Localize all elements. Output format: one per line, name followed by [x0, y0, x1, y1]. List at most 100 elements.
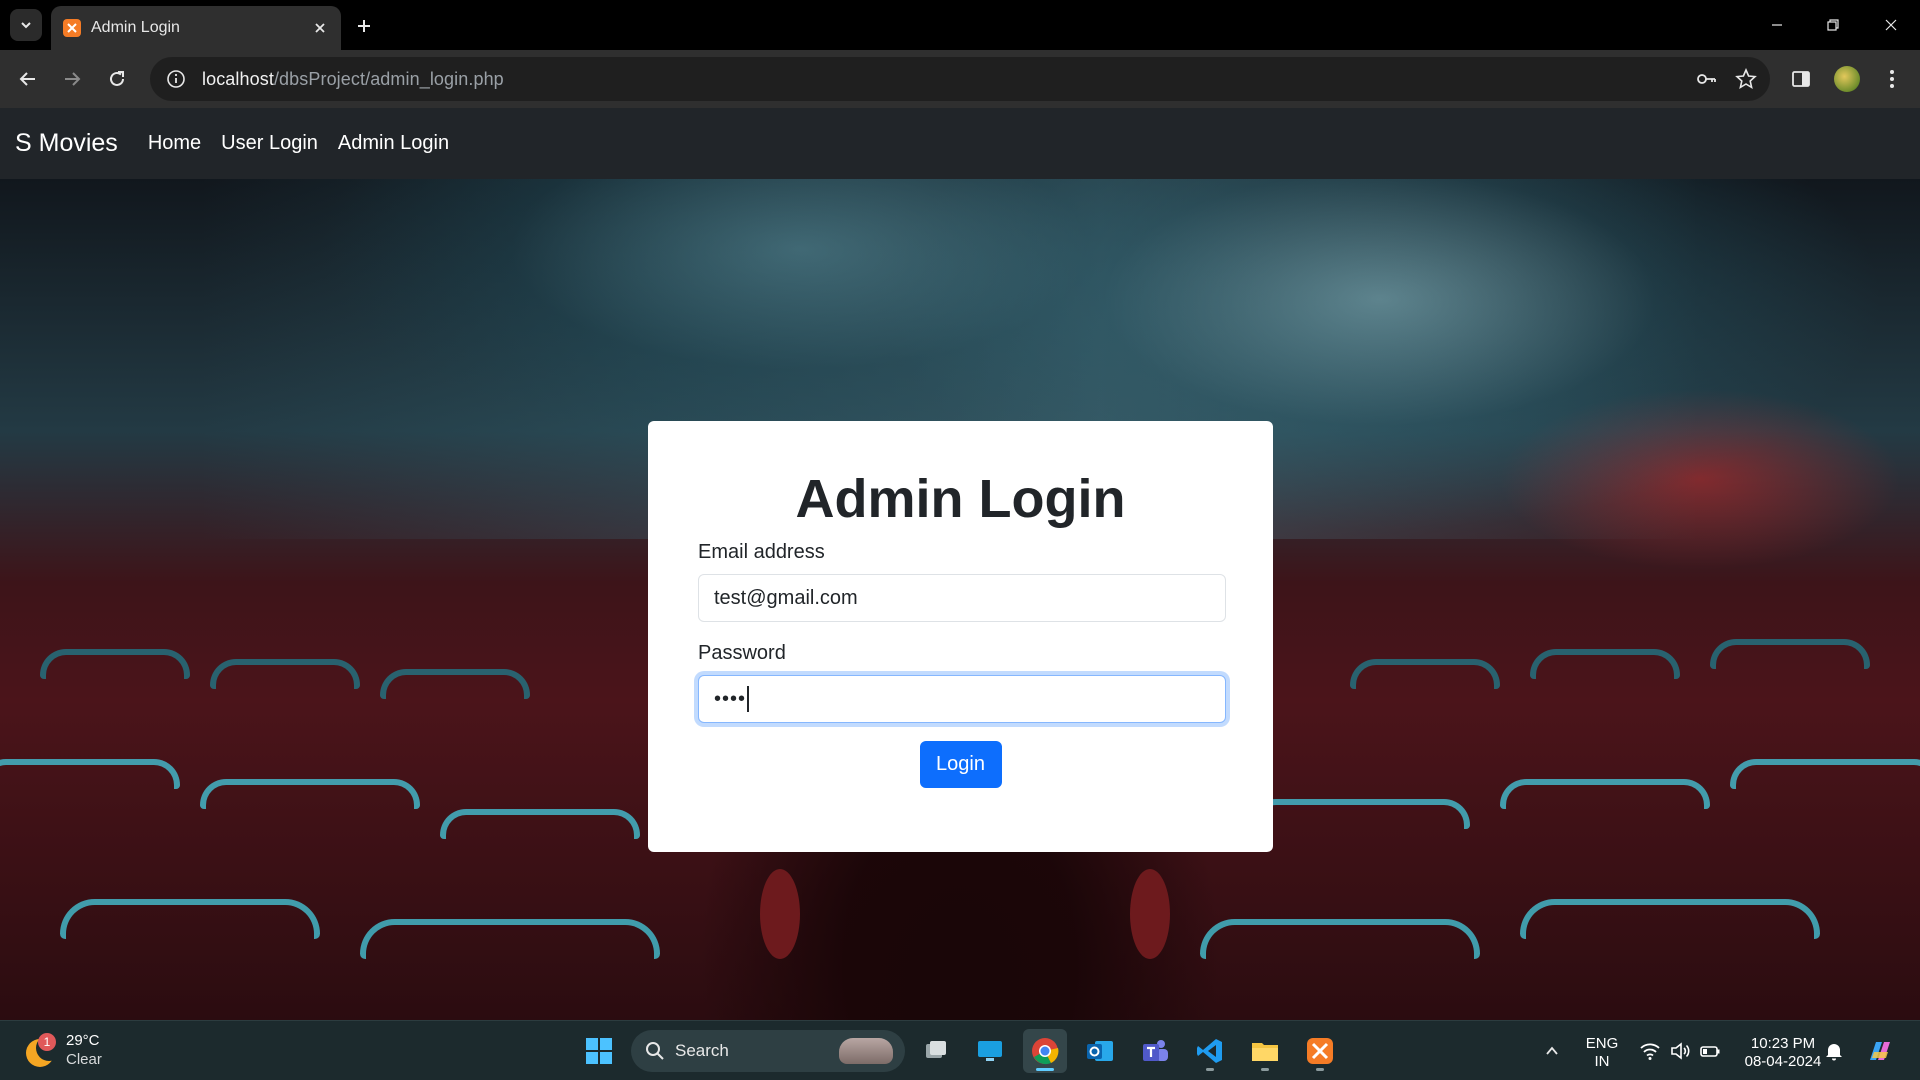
- navbar-brand[interactable]: S Movies: [15, 129, 118, 158]
- reload-button[interactable]: [101, 63, 133, 95]
- tab-title: Admin Login: [91, 19, 180, 36]
- task-view-icon: [926, 1041, 946, 1058]
- close-icon: [1885, 19, 1897, 31]
- avatar: [1834, 66, 1860, 92]
- open-app-indicator: [1206, 1068, 1214, 1071]
- weather-widget[interactable]: 1 29°C Clear: [24, 1031, 102, 1069]
- chrome-menu-button[interactable]: [1876, 63, 1908, 95]
- back-button[interactable]: [12, 63, 44, 95]
- minimize-icon: [1772, 24, 1782, 26]
- cinema-seat: [380, 669, 530, 699]
- wifi-icon: [1640, 1043, 1660, 1060]
- web-page: S Movies Home User Login Admin Login Adm…: [0, 108, 1920, 1020]
- minimize-button[interactable]: [1760, 10, 1794, 40]
- windows-taskbar: 1 29°C Clear Search ENG IN 10:23 PM 08-0…: [0, 1020, 1920, 1080]
- bookmark-star-icon[interactable]: [1730, 63, 1762, 95]
- weather-temperature: 29°C: [66, 1032, 100, 1049]
- arrow-right-icon: [65, 72, 81, 86]
- taskbar-app-desktop[interactable]: [968, 1029, 1012, 1073]
- side-panel-icon: [1792, 71, 1810, 87]
- language-secondary: IN: [1594, 1053, 1610, 1070]
- email-label: Email address: [698, 541, 825, 563]
- cinema-seat: [1250, 799, 1470, 829]
- url-text[interactable]: localhost/dbsProject/admin_login.php: [202, 69, 1690, 90]
- xampp-icon: [1307, 1038, 1333, 1064]
- password-field[interactable]: ••••: [698, 675, 1226, 723]
- plus-icon: [358, 20, 370, 32]
- cinema-seat: [1730, 759, 1920, 789]
- notification-badge: 1: [38, 1033, 56, 1051]
- monitor-icon: [978, 1041, 1002, 1061]
- show-hidden-icons-button[interactable]: [1530, 1029, 1574, 1073]
- browser-toolbar: localhost/dbsProject/admin_login.php: [0, 50, 1920, 108]
- password-key-icon[interactable]: [1690, 63, 1722, 95]
- search-label: Search: [675, 1041, 729, 1060]
- close-tab-icon[interactable]: [309, 17, 331, 39]
- taskbar-app-xampp[interactable]: [1298, 1029, 1342, 1073]
- chevron-down-icon: [21, 22, 31, 29]
- weather-condition: Clear: [66, 1051, 102, 1068]
- taskbar-app-teams[interactable]: [1133, 1029, 1177, 1073]
- taskbar-app-vscode[interactable]: [1188, 1029, 1232, 1073]
- email-value: test@gmail.com: [714, 586, 858, 609]
- search-highlight-image: [839, 1038, 893, 1064]
- nav-link-home[interactable]: Home: [148, 132, 201, 155]
- open-app-indicator: [1261, 1068, 1269, 1071]
- close-window-button[interactable]: [1874, 10, 1908, 40]
- cinema-seat: [200, 779, 420, 809]
- login-heading: Admin Login: [795, 469, 1126, 529]
- email-field[interactable]: test@gmail.com: [698, 574, 1226, 622]
- restore-button[interactable]: [1816, 10, 1850, 40]
- password-label: Password: [698, 642, 786, 664]
- restore-icon: [1827, 19, 1839, 31]
- tab-search-button[interactable]: [10, 9, 42, 41]
- taskbar-app-outlook[interactable]: [1078, 1029, 1122, 1073]
- start-button[interactable]: [577, 1029, 621, 1073]
- active-app-indicator: [1036, 1068, 1054, 1071]
- cinema-seat: [1200, 919, 1480, 959]
- cinema-seat: [1530, 649, 1680, 679]
- open-app-indicator: [1316, 1068, 1324, 1071]
- vscode-icon: [1197, 1039, 1222, 1063]
- copilot-button[interactable]: [1856, 1029, 1904, 1073]
- battery-icon: [1700, 1046, 1720, 1057]
- search-icon: [646, 1042, 664, 1060]
- folder-icon: [1252, 1043, 1278, 1061]
- password-value: ••••: [714, 687, 747, 710]
- task-view-button[interactable]: [914, 1029, 958, 1073]
- taskbar-search[interactable]: Search: [631, 1030, 905, 1072]
- login-button[interactable]: Login: [919, 741, 1002, 788]
- cinema-seat: [1710, 639, 1870, 669]
- arrow-left-icon: [19, 72, 35, 86]
- language-indicator[interactable]: ENG IN: [1582, 1035, 1622, 1071]
- cinema-seat: [1520, 899, 1820, 939]
- new-tab-button[interactable]: [350, 12, 378, 40]
- forward-button[interactable]: [56, 63, 88, 95]
- cinema-seat: [440, 809, 640, 839]
- site-info-icon[interactable]: [164, 67, 188, 91]
- login-card: Admin Login Email address test@gmail.com…: [648, 421, 1273, 852]
- profile-button[interactable]: [1831, 63, 1863, 95]
- teams-icon: [1143, 1040, 1168, 1061]
- bell-icon: [1826, 1044, 1842, 1061]
- cinema-seat: [40, 649, 190, 679]
- cinema-seat: [210, 659, 360, 689]
- notifications-button[interactable]: [1814, 1029, 1854, 1073]
- nav-link-admin-login[interactable]: Admin Login: [338, 132, 449, 155]
- cinema-background-image: Admin Login Email address test@gmail.com…: [0, 179, 1920, 1020]
- volume-icon: [1671, 1042, 1690, 1060]
- address-bar[interactable]: localhost/dbsProject/admin_login.php: [150, 57, 1770, 101]
- copilot-icon: [1870, 1042, 1890, 1060]
- taskbar-app-file-explorer[interactable]: [1243, 1029, 1287, 1073]
- taskbar-app-chrome[interactable]: [1023, 1029, 1067, 1073]
- browser-tab[interactable]: Admin Login: [51, 6, 341, 50]
- windows-logo-icon: [586, 1038, 612, 1064]
- nav-link-user-login[interactable]: User Login: [221, 132, 318, 155]
- outlook-icon: [1087, 1041, 1113, 1061]
- browser-titlebar: Admin Login: [0, 0, 1920, 50]
- cinema-seat: [60, 899, 320, 939]
- xampp-favicon-icon: [63, 19, 81, 37]
- reload-icon: [110, 71, 124, 86]
- quick-settings-button[interactable]: [1630, 1029, 1730, 1073]
- side-panel-button[interactable]: [1785, 63, 1817, 95]
